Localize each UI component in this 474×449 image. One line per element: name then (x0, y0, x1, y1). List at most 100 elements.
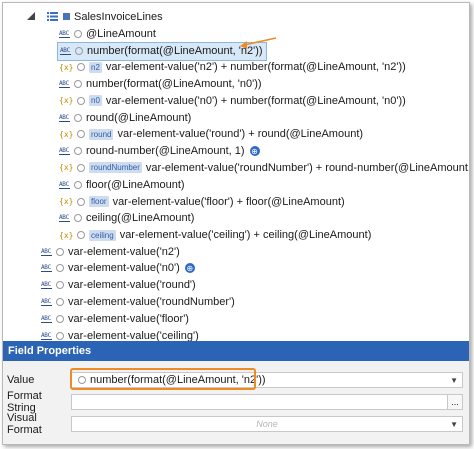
expression-circle-icon (56, 298, 64, 307)
expression-circle-icon (77, 96, 85, 105)
tree-item-label: var-element-value('roundNumber') + round… (145, 161, 470, 174)
value-highlight-box (70, 368, 256, 390)
tree-item[interactable]: ABC floor(@LineAmount) (59, 176, 185, 193)
visual-format-label: Visual Format (7, 412, 42, 436)
tree-item[interactable]: ABC round(@LineAmount) (59, 109, 191, 126)
expression-circle-icon (74, 113, 82, 122)
tree-item[interactable]: ABC number(format(@LineAmount, 'n0')) (59, 75, 262, 92)
tree-item[interactable]: ABC var-element-value('n0') ⊕ (41, 260, 195, 277)
expression-circle-icon (56, 264, 64, 273)
expression-circle-icon (56, 332, 64, 340)
info-badge-icon: ⊕ (184, 263, 195, 274)
abc-field-icon: ABC (59, 29, 70, 38)
tree-item-label: @LineAmount (86, 27, 156, 40)
tree-item-label: var-element-value('floor') (68, 313, 189, 326)
abc-field-icon: ABC (59, 147, 70, 156)
abc-field-icon: ABC (41, 247, 52, 256)
tree-item[interactable]: {x} n0 var-element-value('n0') + number(fo… (59, 92, 406, 109)
list-icon (47, 12, 58, 21)
expression-circle-icon (74, 180, 82, 189)
expression-circle-icon (77, 197, 85, 206)
tree-item[interactable]: ABC var-element-value('roundNumber') (41, 294, 235, 311)
expression-circle-icon (75, 47, 83, 56)
variable-chip: round (89, 128, 114, 140)
expression-circle-icon (56, 247, 64, 256)
variable-icon: {x} (59, 96, 74, 106)
expression-circle-icon (74, 147, 82, 156)
format-string-label: Format String (7, 390, 42, 414)
expression-circle-icon (56, 315, 64, 324)
visual-format-row: Visual Format None ▼ (3, 412, 469, 436)
abc-field-icon: ABC (60, 47, 71, 56)
variable-icon: {x} (59, 163, 74, 173)
tree-item-label: var-element-value('floor') + floor(@Line… (112, 195, 345, 208)
tree-item[interactable]: ABC @LineAmount (59, 25, 156, 42)
format-string-field[interactable]: ... (71, 394, 463, 410)
tree-item[interactable]: {x} floor var-element-value('floor') + flo… (59, 193, 345, 210)
field-properties-panel: Field Properties Value number(format(@Li… (3, 341, 469, 444)
table-icon (63, 13, 70, 20)
abc-field-icon: ABC (59, 214, 70, 223)
variable-chip: n2 (89, 61, 102, 73)
variable-chip: ceiling (89, 229, 116, 241)
expression-circle-icon (74, 29, 82, 38)
tree-item-label: round(@LineAmount) (86, 111, 192, 124)
format-string-button[interactable]: ... (447, 395, 462, 409)
tree-item[interactable]: {x} ceiling var-element-value('ceiling') +… (59, 227, 371, 244)
tree-item-label: var-element-value('round') + round(@Line… (117, 128, 364, 141)
tree-item[interactable]: ABC ceiling(@LineAmount) (59, 210, 194, 227)
expression-circle-icon (77, 231, 85, 240)
chevron-down-icon[interactable]: ▼ (450, 420, 458, 429)
variable-icon: {x} (59, 129, 74, 139)
expression-circle-icon (77, 130, 85, 139)
abc-field-icon: ABC (59, 113, 70, 122)
field-tree: SalesInvoiceLines ABC @LineAmount ABC numbe… (3, 3, 470, 342)
pointer-arrow-icon (240, 37, 277, 49)
expression-circle-icon (56, 281, 64, 290)
expression-circle-icon (77, 63, 85, 72)
visual-format-placeholder: None (256, 419, 278, 429)
tree-root-label: SalesInvoiceLines (74, 10, 163, 23)
tree-item-label: var-element-value('n2') (68, 245, 180, 258)
tree-root-row[interactable]: SalesInvoiceLines (27, 8, 163, 25)
tree-item[interactable]: ABC var-element-value('floor') (41, 311, 189, 328)
value-label: Value (7, 374, 35, 386)
window-frame: SalesInvoiceLines ABC @LineAmount ABC numbe… (2, 2, 470, 445)
expression-circle-icon (77, 163, 85, 172)
variable-chip: floor (89, 196, 109, 207)
tree-item-label: ceiling(@LineAmount) (86, 212, 195, 225)
tree-item-label: number(format(@LineAmount, 'n2')) (87, 45, 263, 58)
tree-item-label: var-element-value('n0') (68, 262, 180, 275)
format-string-row: Format String ... (3, 390, 469, 414)
tree-item[interactable]: ABC var-element-value('n2') (41, 243, 180, 260)
tree-item-label: var-element-value('n0') + number(format(… (105, 94, 406, 107)
tree-item[interactable]: ABC var-element-value('round') (41, 277, 196, 294)
abc-field-icon: ABC (59, 180, 70, 189)
variable-chip: roundNumber (89, 162, 142, 174)
tree-item-label: round-number(@LineAmount, 1) (86, 145, 245, 158)
expression-circle-icon (74, 79, 82, 88)
tree-item[interactable]: {x} round var-element-value('round') + rou… (59, 126, 363, 143)
variable-icon: {x} (59, 62, 74, 72)
expression-circle-icon (74, 214, 82, 223)
abc-field-icon: ABC (41, 281, 52, 290)
visual-format-dropdown[interactable]: None ▼ (71, 416, 463, 432)
tree-item[interactable]: ABC round-number(@LineAmount, 1) ⊕ (59, 143, 260, 160)
abc-field-icon: ABC (41, 298, 52, 307)
abc-field-icon: ABC (41, 332, 52, 340)
field-properties-title: Field Properties (3, 341, 469, 361)
tree-item-label: var-element-value('round') (68, 279, 196, 292)
chevron-down-icon[interactable]: ▼ (450, 376, 458, 385)
collapse-triangle-icon[interactable] (27, 12, 35, 20)
variable-icon: {x} (59, 197, 74, 206)
tree-item-label: var-element-value('ceiling') + ceiling(@… (119, 229, 372, 242)
info-badge-icon: ⊕ (249, 146, 260, 157)
variable-icon: {x} (59, 230, 74, 240)
abc-field-icon: ABC (41, 264, 52, 273)
tree-item[interactable]: {x} roundNumber var-element-value('roundNu… (59, 159, 470, 176)
tree-item[interactable]: {x} n2 var-element-value('n2') + number(fo… (59, 59, 406, 76)
tree-item-label: floor(@LineAmount) (86, 178, 185, 191)
tree-item-label: var-element-value('n2') + number(format(… (105, 61, 406, 74)
abc-field-icon: ABC (59, 79, 70, 88)
tree-item-label: var-element-value('roundNumber') (68, 296, 235, 309)
